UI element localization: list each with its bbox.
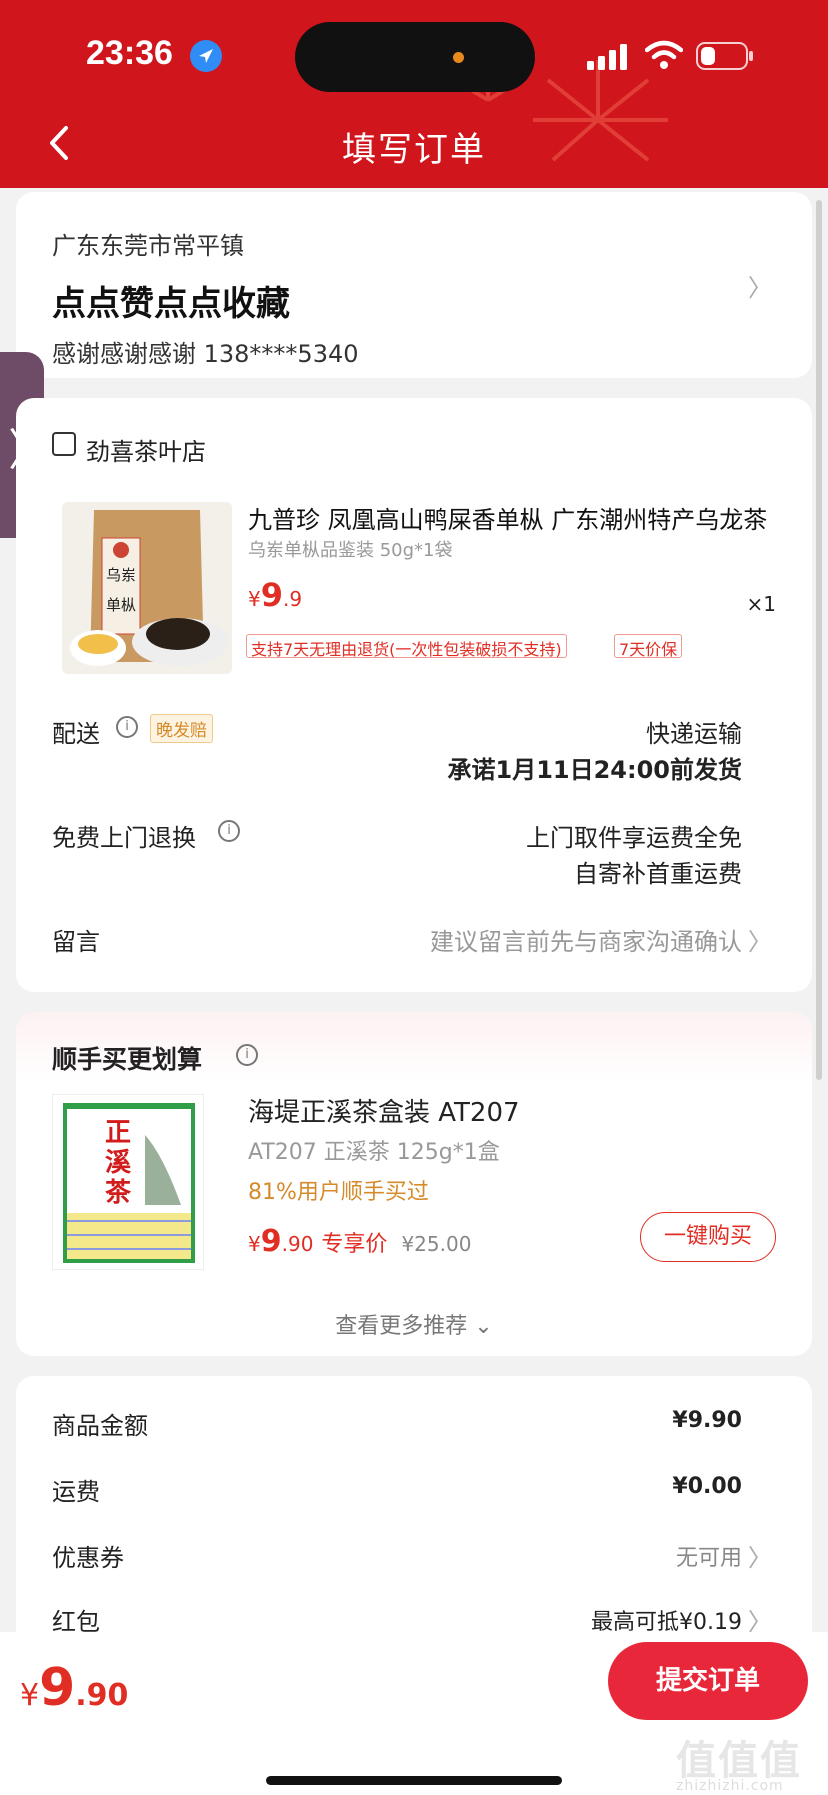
submit-order-button[interactable]: 提交订单 <box>608 1642 808 1720</box>
coupon-value[interactable]: 无可用 <box>676 1540 742 1572</box>
shipping-value: ¥0.00 <box>672 1474 742 1499</box>
shop-name[interactable]: 劲喜茶叶店 <box>86 432 206 467</box>
signal-icon <box>587 44 627 70</box>
price-decimal: .9 <box>283 587 303 611</box>
address-contact: 感谢感谢感谢 138****5340 <box>52 340 359 368</box>
home-indicator[interactable] <box>266 1776 562 1785</box>
more-recommend-label: 查看更多推荐 <box>335 1314 468 1339</box>
recommend-note: 81%用户顺手买过 <box>248 1180 429 1205</box>
order-card: 劲喜茶叶店 乌岽 单枞 九普珍 凤凰高山鸭屎香单枞 广东潮州特产乌龙茶 乌岽单枞… <box>16 398 812 992</box>
scrollbar[interactable] <box>816 200 822 1080</box>
chevron-right-icon: 〉 <box>748 1544 772 1572</box>
message-input[interactable]: 建议留言前先与商家沟通确认 <box>430 922 742 957</box>
product-image[interactable]: 乌岽 单枞 <box>62 502 232 674</box>
return-policy-tag: 支持7天无理由退货(一次性包装破损不支持) <box>246 634 567 659</box>
bottom-checkout-bar: ¥9.90 提交订单 值值值 zhizhizhi.com <box>0 1632 828 1795</box>
info-icon[interactable]: i <box>218 820 240 842</box>
delivery-promise: 承诺1月11日24:00前发货 <box>447 756 743 784</box>
svg-text:乌岽: 乌岽 <box>106 566 136 584</box>
price-decimal: .90 <box>75 1678 129 1713</box>
info-icon[interactable]: i <box>236 1044 258 1066</box>
recommend-spec: AT207 正溪茶 125g*1盒 <box>248 1140 500 1165</box>
info-icon[interactable]: i <box>116 716 138 738</box>
price-symbol: ¥ <box>20 1678 40 1713</box>
price-integer: 9 <box>260 1224 282 1259</box>
price-symbol: ¥ <box>248 587 261 611</box>
status-time: 23:36 <box>86 34 173 72</box>
chevron-down-icon: ⌄ <box>474 1314 493 1339</box>
header-bar: 23:36 填写订单 <box>0 0 828 188</box>
price-symbol: ¥ <box>248 1232 261 1256</box>
returns-selfship: 自寄补首重运费 <box>574 860 742 888</box>
page-title: 填写订单 <box>342 130 486 170</box>
recommend-product-image[interactable]: 正 溪 茶 <box>52 1094 204 1270</box>
svg-text:茶: 茶 <box>105 1178 132 1208</box>
more-recommend-link[interactable]: 查看更多推荐 ⌄ <box>16 1308 812 1340</box>
exclusive-price-label: 专享价 <box>321 1232 388 1257</box>
recommend-name[interactable]: 海堤正溪茶盒装 AT207 <box>248 1092 520 1129</box>
original-price: ¥25.00 <box>401 1232 472 1256</box>
delivery-label: 配送 <box>52 720 100 748</box>
svg-text:正: 正 <box>105 1118 131 1148</box>
chevron-right-icon: 〉 <box>748 274 772 302</box>
returns-pickup: 上门取件享运费全免 <box>526 824 742 852</box>
late-compensation-badge: 晚发赔 <box>150 714 213 743</box>
shipping-label: 运费 <box>52 1478 100 1506</box>
recommend-title: 顺手买更划算 <box>52 1045 203 1074</box>
svg-text:溪: 溪 <box>105 1148 132 1178</box>
product-price: ¥9.9 <box>248 576 302 614</box>
price-decimal: .90 <box>281 1232 314 1256</box>
address-detail: 点点赞点点收藏 <box>52 284 290 324</box>
battery-icon <box>696 42 753 70</box>
returns-label: 免费上门退换 <box>52 824 196 852</box>
goods-amount-value: ¥9.90 <box>672 1408 742 1433</box>
svg-text:单枞: 单枞 <box>106 596 136 614</box>
dynamic-island <box>295 22 535 92</box>
price-integer: 9 <box>39 1658 76 1718</box>
address-card[interactable]: 广东东莞市常平镇 点点赞点点收藏 感谢感谢感谢 138****5340 〉 <box>16 192 812 378</box>
address-region: 广东东莞市常平镇 <box>52 232 244 260</box>
watermark-url: zhizhizhi.com <box>676 1778 784 1794</box>
price-protect-tag: 7天价保 <box>614 634 683 659</box>
location-arrow-icon <box>190 40 222 72</box>
chevron-right-icon: 〉 <box>748 928 772 956</box>
one-click-buy-button[interactable]: 一键购买 <box>640 1212 776 1262</box>
recommend-price: ¥9.90 专享价 ¥25.00 <box>248 1224 471 1259</box>
message-label: 留言 <box>52 928 100 956</box>
shop-icon <box>52 432 76 456</box>
product-quantity: ×1 <box>746 592 776 616</box>
total-price: ¥9.90 <box>20 1658 128 1718</box>
product-title[interactable]: 九普珍 凤凰高山鸭屎香单枞 广东潮州特产乌龙茶 <box>248 500 788 535</box>
goods-amount-label: 商品金额 <box>52 1412 148 1440</box>
coupon-label: 优惠券 <box>52 1544 124 1572</box>
product-spec: 乌岽单枞品鉴装 50g*1袋 <box>248 540 453 561</box>
wifi-icon <box>645 40 683 69</box>
delivery-method: 快递运输 <box>646 720 742 748</box>
price-integer: 9 <box>260 576 283 614</box>
recommend-card: 顺手买更划算 i 正 溪 茶 海堤正溪茶盒装 AT207 AT207 正溪茶 1… <box>16 1012 812 1356</box>
